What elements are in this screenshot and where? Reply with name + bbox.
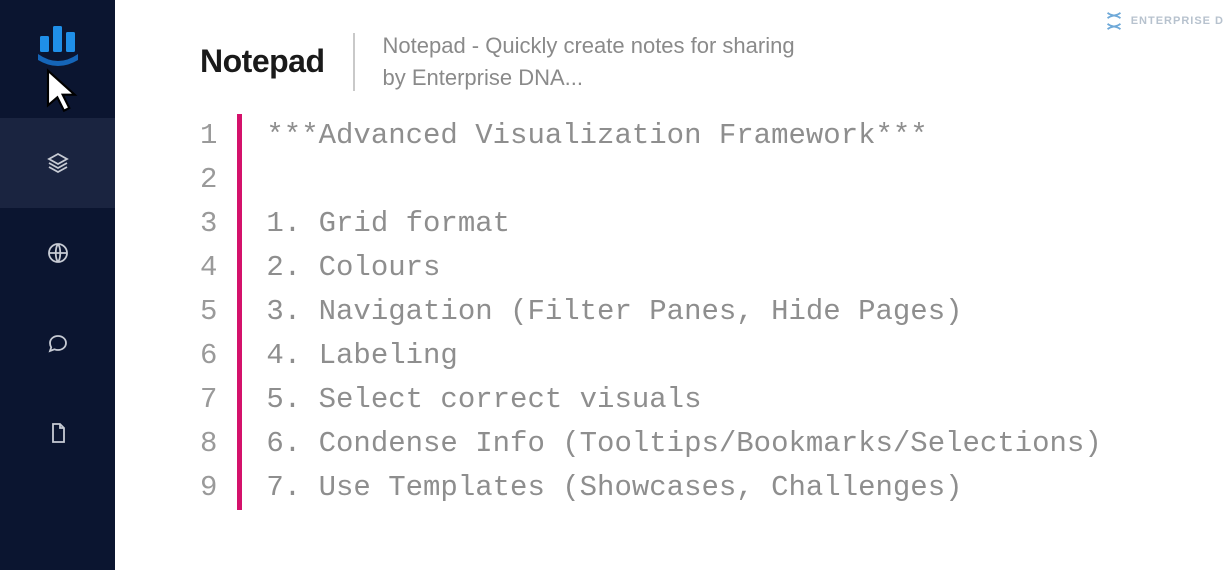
- page-subtitle: Notepad - Quickly create notes for shari…: [383, 30, 795, 94]
- code-content[interactable]: ***Advanced Visualization Framework*** 1.…: [266, 114, 1101, 510]
- mouse-cursor-icon: [40, 68, 88, 116]
- line-number: 6: [200, 334, 217, 378]
- line-number: 2: [200, 158, 217, 202]
- code-line[interactable]: 6. Condense Info (Tooltips/Bookmarks/Sel…: [266, 422, 1101, 466]
- header: Notepad Notepad - Quickly create notes f…: [115, 0, 1230, 114]
- sidebar: [0, 0, 115, 570]
- line-number: 3: [200, 202, 217, 246]
- header-divider: [353, 33, 355, 91]
- line-number: 4: [200, 246, 217, 290]
- globe-icon: [46, 241, 70, 265]
- code-line[interactable]: 7. Use Templates (Showcases, Challenges): [266, 466, 1101, 510]
- line-number: 7: [200, 378, 217, 422]
- watermark-text: ENTERPRISE D: [1131, 15, 1224, 27]
- watermark: ENTERPRISE D: [1103, 10, 1224, 32]
- code-line[interactable]: [266, 158, 1101, 202]
- dna-icon: [1103, 10, 1125, 32]
- sidebar-item-globe[interactable]: [0, 208, 115, 298]
- subtitle-line-1: Notepad - Quickly create notes for shari…: [383, 30, 795, 62]
- code-line[interactable]: 2. Colours: [266, 246, 1101, 290]
- line-number-gutter: 123456789: [200, 114, 237, 510]
- code-line[interactable]: 5. Select correct visuals: [266, 378, 1101, 422]
- line-number: 8: [200, 422, 217, 466]
- page-title: Notepad: [200, 43, 325, 80]
- layers-icon: [46, 151, 70, 175]
- editor-ruler: [237, 114, 242, 510]
- sidebar-item-document[interactable]: [0, 388, 115, 478]
- subtitle-line-2: by Enterprise DNA...: [383, 62, 795, 94]
- code-line[interactable]: 1. Grid format: [266, 202, 1101, 246]
- code-line[interactable]: 4. Labeling: [266, 334, 1101, 378]
- sidebar-item-layers[interactable]: [0, 118, 115, 208]
- chat-icon: [46, 331, 70, 355]
- sidebar-item-chat[interactable]: [0, 298, 115, 388]
- line-number: 1: [200, 114, 217, 158]
- line-number: 9: [200, 466, 217, 510]
- code-line[interactable]: ***Advanced Visualization Framework***: [266, 114, 1101, 158]
- code-editor[interactable]: 123456789 ***Advanced Visualization Fram…: [115, 114, 1230, 510]
- code-line[interactable]: 3. Navigation (Filter Panes, Hide Pages): [266, 290, 1101, 334]
- line-number: 5: [200, 290, 217, 334]
- main-content: ENTERPRISE D Notepad Notepad - Quickly c…: [115, 0, 1230, 570]
- document-icon: [46, 421, 70, 445]
- app-logo[interactable]: [34, 20, 82, 68]
